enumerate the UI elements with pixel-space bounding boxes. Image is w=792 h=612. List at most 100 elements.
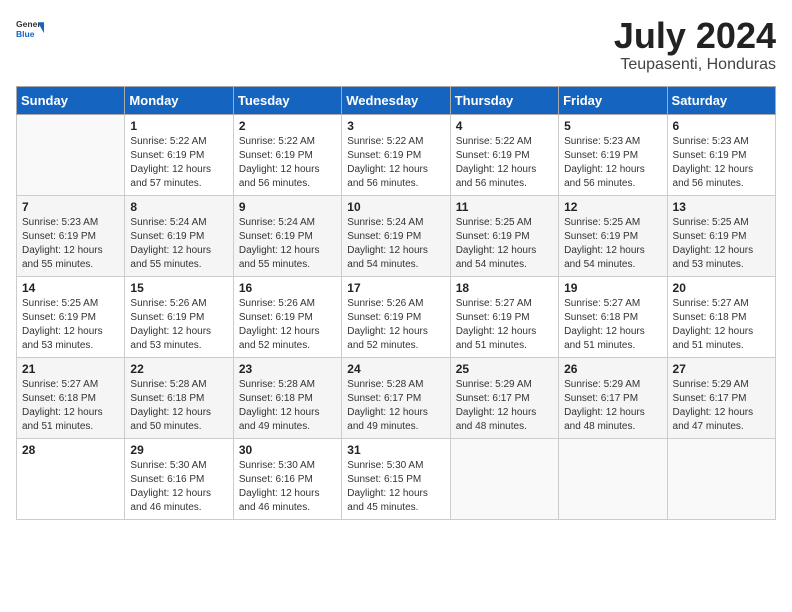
week-row-2: 7 Sunrise: 5:23 AM Sunset: 6:19 PM Daylig… bbox=[17, 195, 776, 276]
day-number: 13 bbox=[673, 200, 770, 214]
week-row-1: 1 Sunrise: 5:22 AM Sunset: 6:19 PM Daylig… bbox=[17, 114, 776, 195]
calendar-cell: 28 bbox=[17, 438, 125, 519]
day-number: 9 bbox=[239, 200, 336, 214]
day-info: Sunrise: 5:30 AM Sunset: 6:16 PM Dayligh… bbox=[239, 459, 336, 515]
day-info: Sunrise: 5:24 AM Sunset: 6:19 PM Dayligh… bbox=[130, 216, 227, 272]
day-info: Sunrise: 5:23 AM Sunset: 6:19 PM Dayligh… bbox=[564, 135, 661, 191]
header-friday: Friday bbox=[559, 86, 667, 114]
day-number: 16 bbox=[239, 281, 336, 295]
logo-icon: General Blue bbox=[16, 16, 44, 44]
day-info: Sunrise: 5:28 AM Sunset: 6:18 PM Dayligh… bbox=[239, 378, 336, 434]
day-info: Sunrise: 5:27 AM Sunset: 6:18 PM Dayligh… bbox=[22, 378, 119, 434]
day-number: 8 bbox=[130, 200, 227, 214]
day-info: Sunrise: 5:27 AM Sunset: 6:19 PM Dayligh… bbox=[456, 297, 553, 353]
day-info: Sunrise: 5:28 AM Sunset: 6:17 PM Dayligh… bbox=[347, 378, 444, 434]
day-number: 4 bbox=[456, 119, 553, 133]
day-number: 6 bbox=[673, 119, 770, 133]
calendar-cell: 7 Sunrise: 5:23 AM Sunset: 6:19 PM Daylig… bbox=[17, 195, 125, 276]
day-number: 25 bbox=[456, 362, 553, 376]
day-info: Sunrise: 5:29 AM Sunset: 6:17 PM Dayligh… bbox=[456, 378, 553, 434]
title-area: July 2024 Teupasenti, Honduras bbox=[614, 16, 776, 74]
day-info: Sunrise: 5:26 AM Sunset: 6:19 PM Dayligh… bbox=[347, 297, 444, 353]
day-number: 19 bbox=[564, 281, 661, 295]
day-number: 7 bbox=[22, 200, 119, 214]
calendar-cell: 26 Sunrise: 5:29 AM Sunset: 6:17 PM Dayli… bbox=[559, 357, 667, 438]
week-row-5: 28 29 Sunrise: 5:30 AM Sunset: 6:16 PM Day… bbox=[17, 438, 776, 519]
day-number: 31 bbox=[347, 443, 444, 457]
header: General Blue July 2024 Teupasenti, Hondu… bbox=[16, 16, 776, 74]
day-number: 10 bbox=[347, 200, 444, 214]
days-header-row: SundayMondayTuesdayWednesdayThursdayFrid… bbox=[17, 86, 776, 114]
day-number: 23 bbox=[239, 362, 336, 376]
day-number: 27 bbox=[673, 362, 770, 376]
calendar-cell: 31 Sunrise: 5:30 AM Sunset: 6:15 PM Dayli… bbox=[342, 438, 450, 519]
day-info: Sunrise: 5:23 AM Sunset: 6:19 PM Dayligh… bbox=[22, 216, 119, 272]
day-info: Sunrise: 5:25 AM Sunset: 6:19 PM Dayligh… bbox=[673, 216, 770, 272]
day-info: Sunrise: 5:25 AM Sunset: 6:19 PM Dayligh… bbox=[564, 216, 661, 272]
calendar-cell: 12 Sunrise: 5:25 AM Sunset: 6:19 PM Dayli… bbox=[559, 195, 667, 276]
logo: General Blue bbox=[16, 16, 44, 44]
calendar-cell: 8 Sunrise: 5:24 AM Sunset: 6:19 PM Daylig… bbox=[125, 195, 233, 276]
header-tuesday: Tuesday bbox=[233, 86, 341, 114]
month-title: July 2024 bbox=[614, 16, 776, 56]
header-monday: Monday bbox=[125, 86, 233, 114]
day-number: 30 bbox=[239, 443, 336, 457]
calendar-cell: 19Sunrise: 5:27 AM Sunset: 6:18 PM Dayli… bbox=[559, 276, 667, 357]
calendar-cell: 13 Sunrise: 5:25 AM Sunset: 6:19 PM Dayli… bbox=[667, 195, 775, 276]
calendar-cell: 29 Sunrise: 5:30 AM Sunset: 6:16 PM Dayli… bbox=[125, 438, 233, 519]
calendar-cell: 25 Sunrise: 5:29 AM Sunset: 6:17 PM Dayli… bbox=[450, 357, 558, 438]
day-info: Sunrise: 5:22 AM Sunset: 6:19 PM Dayligh… bbox=[347, 135, 444, 191]
day-info: Sunrise: 5:24 AM Sunset: 6:19 PM Dayligh… bbox=[239, 216, 336, 272]
week-row-3: 14Sunrise: 5:25 AM Sunset: 6:19 PM Dayli… bbox=[17, 276, 776, 357]
calendar-cell: 10 Sunrise: 5:24 AM Sunset: 6:19 PM Dayli… bbox=[342, 195, 450, 276]
day-info: Sunrise: 5:22 AM Sunset: 6:19 PM Dayligh… bbox=[130, 135, 227, 191]
day-number: 28 bbox=[22, 443, 119, 457]
day-number: 1 bbox=[130, 119, 227, 133]
calendar-cell bbox=[17, 114, 125, 195]
calendar-cell: 15Sunrise: 5:26 AM Sunset: 6:19 PM Dayli… bbox=[125, 276, 233, 357]
calendar-cell: 5 Sunrise: 5:23 AM Sunset: 6:19 PM Daylig… bbox=[559, 114, 667, 195]
calendar-cell: 17 Sunrise: 5:26 AM Sunset: 6:19 PM Dayli… bbox=[342, 276, 450, 357]
calendar-cell: 6 Sunrise: 5:23 AM Sunset: 6:19 PM Daylig… bbox=[667, 114, 775, 195]
calendar-cell: 9 Sunrise: 5:24 AM Sunset: 6:19 PM Daylig… bbox=[233, 195, 341, 276]
day-info: Sunrise: 5:24 AM Sunset: 6:19 PM Dayligh… bbox=[347, 216, 444, 272]
day-number: 18 bbox=[456, 281, 553, 295]
calendar-cell bbox=[450, 438, 558, 519]
day-info: Sunrise: 5:22 AM Sunset: 6:19 PM Dayligh… bbox=[456, 135, 553, 191]
day-info: Sunrise: 5:30 AM Sunset: 6:15 PM Dayligh… bbox=[347, 459, 444, 515]
day-number: 20 bbox=[673, 281, 770, 295]
calendar-cell: 24 Sunrise: 5:28 AM Sunset: 6:17 PM Dayli… bbox=[342, 357, 450, 438]
day-info: Sunrise: 5:30 AM Sunset: 6:16 PM Dayligh… bbox=[130, 459, 227, 515]
calendar-cell: 16 Sunrise: 5:26 AM Sunset: 6:19 PM Dayli… bbox=[233, 276, 341, 357]
calendar-cell: 14Sunrise: 5:25 AM Sunset: 6:19 PM Dayli… bbox=[17, 276, 125, 357]
day-info: Sunrise: 5:26 AM Sunset: 6:19 PM Dayligh… bbox=[239, 297, 336, 353]
calendar-cell: 30 Sunrise: 5:30 AM Sunset: 6:16 PM Dayli… bbox=[233, 438, 341, 519]
day-number: 5 bbox=[564, 119, 661, 133]
calendar-cell: 4 Sunrise: 5:22 AM Sunset: 6:19 PM Daylig… bbox=[450, 114, 558, 195]
header-thursday: Thursday bbox=[450, 86, 558, 114]
day-number: 12 bbox=[564, 200, 661, 214]
day-info: Sunrise: 5:29 AM Sunset: 6:17 PM Dayligh… bbox=[564, 378, 661, 434]
calendar-cell: 2 Sunrise: 5:22 AM Sunset: 6:19 PM Daylig… bbox=[233, 114, 341, 195]
day-info: Sunrise: 5:22 AM Sunset: 6:19 PM Dayligh… bbox=[239, 135, 336, 191]
calendar-cell: 21 Sunrise: 5:27 AM Sunset: 6:18 PM Dayli… bbox=[17, 357, 125, 438]
calendar-table: SundayMondayTuesdayWednesdayThursdayFrid… bbox=[16, 86, 776, 520]
day-info: Sunrise: 5:25 AM Sunset: 6:19 PM Dayligh… bbox=[456, 216, 553, 272]
svg-text:Blue: Blue bbox=[16, 29, 35, 39]
calendar-cell: 11Sunrise: 5:25 AM Sunset: 6:19 PM Dayli… bbox=[450, 195, 558, 276]
calendar-cell: 23 Sunrise: 5:28 AM Sunset: 6:18 PM Dayli… bbox=[233, 357, 341, 438]
day-info: Sunrise: 5:23 AM Sunset: 6:19 PM Dayligh… bbox=[673, 135, 770, 191]
day-number: 17 bbox=[347, 281, 444, 295]
day-number: 2 bbox=[239, 119, 336, 133]
calendar-cell: 27Sunrise: 5:29 AM Sunset: 6:17 PM Dayli… bbox=[667, 357, 775, 438]
calendar-cell: 22Sunrise: 5:28 AM Sunset: 6:18 PM Dayli… bbox=[125, 357, 233, 438]
calendar-cell bbox=[559, 438, 667, 519]
day-info: Sunrise: 5:27 AM Sunset: 6:18 PM Dayligh… bbox=[673, 297, 770, 353]
day-info: Sunrise: 5:28 AM Sunset: 6:18 PM Dayligh… bbox=[130, 378, 227, 434]
day-number: 24 bbox=[347, 362, 444, 376]
day-number: 29 bbox=[130, 443, 227, 457]
day-number: 26 bbox=[564, 362, 661, 376]
calendar-cell bbox=[667, 438, 775, 519]
day-number: 21 bbox=[22, 362, 119, 376]
calendar-cell: 3Sunrise: 5:22 AM Sunset: 6:19 PM Daylig… bbox=[342, 114, 450, 195]
